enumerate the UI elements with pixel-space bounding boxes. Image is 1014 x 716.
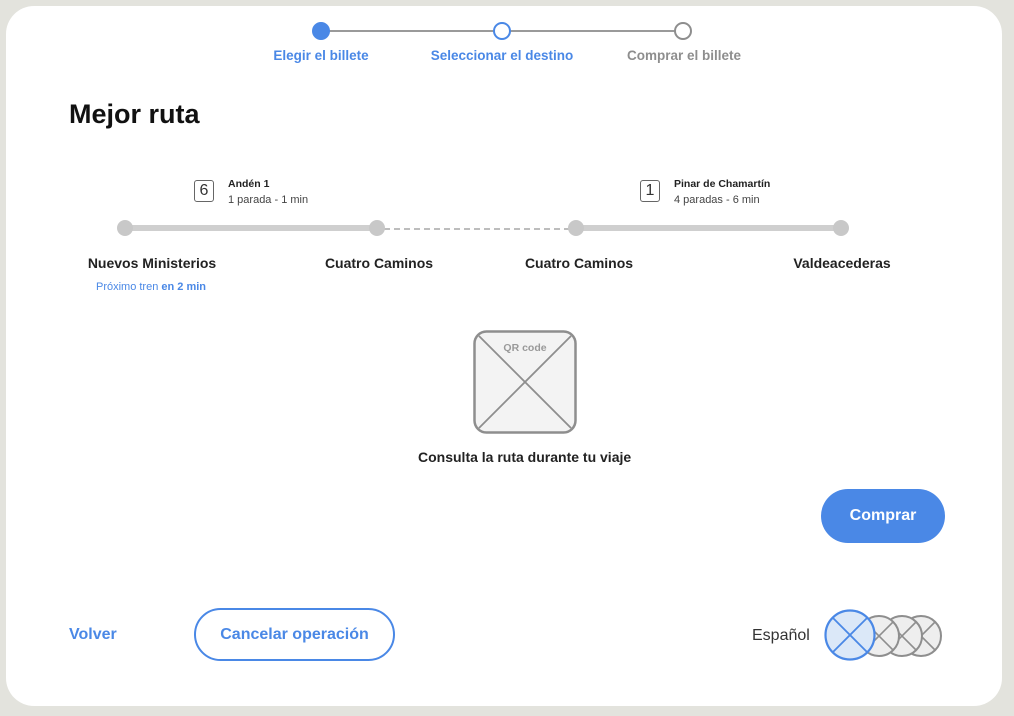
qr-code-placeholder: QR code	[473, 330, 577, 434]
route-stop-dot	[833, 220, 849, 236]
leg-2-platform: Pinar de Chamartín	[674, 178, 771, 190]
next-train-info: Próximo tren en 2 min	[96, 281, 206, 293]
step-3-indicator	[674, 22, 692, 40]
back-link[interactable]: Volver	[69, 626, 117, 644]
next-train-prefix: Próximo tren	[95, 281, 159, 293]
stop-transfer-arrival: Cuatro Caminos	[324, 255, 434, 271]
stop-origin: Nuevos Ministerios	[87, 255, 217, 271]
route-stop-dot	[117, 220, 133, 236]
metro-line-badge: 6	[194, 180, 214, 202]
route-segment-line-1	[576, 225, 842, 231]
metro-line-badge: 1	[640, 180, 660, 202]
page-title: Mejor ruta	[69, 99, 200, 129]
step-1-label[interactable]: Elegir el billete	[273, 48, 368, 63]
leg-1-platform: Andén 1	[228, 178, 270, 190]
route-transfer-walk	[384, 228, 570, 230]
buy-button[interactable]: Comprar	[821, 489, 945, 543]
next-train-time: en 2 min	[161, 281, 207, 293]
step-3-label: Comprar el billete	[626, 48, 742, 63]
stepper-connector	[328, 30, 494, 32]
language-label: Español	[752, 627, 810, 644]
cancel-operation-button[interactable]: Cancelar operación	[194, 608, 395, 661]
route-stop-dot	[369, 220, 385, 236]
flag-icon-selected[interactable]	[824, 609, 876, 666]
step-2-label[interactable]: Seleccionar el destino	[431, 48, 574, 63]
qr-caption: Consulta la ruta durante tu viaje	[418, 449, 632, 465]
stop-transfer-departure: Cuatro Caminos	[524, 255, 634, 271]
leg-2-summary: 4 paradas - 6 min	[674, 194, 760, 206]
route-segment-line-6	[124, 225, 378, 231]
stop-destination: Valdeacederas	[793, 255, 891, 271]
leg-1-summary: 1 parada - 1 min	[228, 194, 309, 206]
step-1-indicator	[312, 22, 330, 40]
step-2-indicator	[493, 22, 511, 40]
route-stop-dot	[568, 220, 584, 236]
qr-placeholder-label: QR code	[503, 342, 547, 354]
stepper-connector	[509, 30, 675, 32]
